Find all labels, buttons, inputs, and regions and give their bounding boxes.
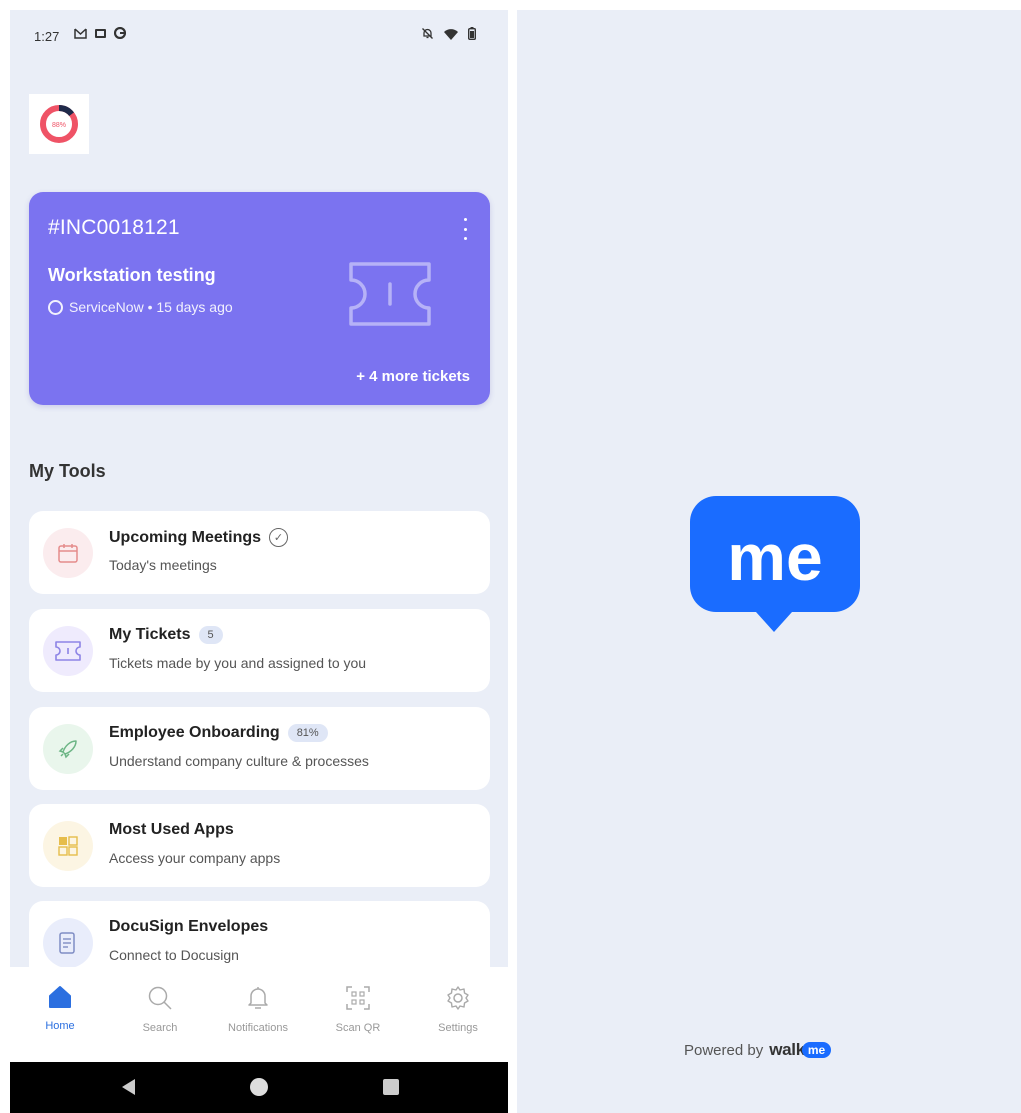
logo-percent: 88% — [52, 122, 66, 129]
gear-icon — [447, 986, 469, 1010]
search-icon — [148, 986, 172, 1010]
tool-title: Employee Onboarding — [109, 724, 280, 741]
ticket-illustration-icon — [349, 262, 431, 326]
bottom-navigation: Home Search Notifications Scan QR Settin… — [10, 967, 508, 1062]
powered-by: Powered by walk me — [684, 1040, 832, 1060]
nav-label: Scan QR — [335, 1022, 381, 1034]
nav-scan-qr[interactable]: Scan QR — [318, 985, 398, 1034]
logo-text: me — [727, 520, 822, 594]
nav-notifications[interactable]: Notifications — [218, 985, 298, 1034]
apps-grid-icon — [43, 821, 93, 871]
home-button-icon[interactable] — [249, 1078, 269, 1103]
status-bar: 1:27 — [10, 26, 508, 48]
bell-icon — [248, 987, 268, 1009]
nav-label: Search — [142, 1022, 178, 1034]
back-icon[interactable] — [120, 1078, 138, 1101]
ticket-card[interactable]: #INC0018121 Workstation testing ServiceN… — [29, 192, 490, 405]
google-icon — [113, 26, 127, 43]
home-icon — [49, 986, 71, 1008]
ticket-icon — [43, 626, 93, 676]
check-circle-icon: ✓ — [269, 528, 289, 547]
progress-badge: 81% — [287, 724, 328, 742]
tool-card-most-used-apps[interactable]: Most Used Apps Access your company apps — [29, 804, 490, 887]
progress-ring-logo: 88% — [40, 105, 78, 143]
tool-subtitle: Tickets made by you and assigned to you — [109, 655, 367, 671]
sim-card-icon — [94, 27, 107, 43]
nav-label: Home — [45, 1020, 75, 1032]
app-home-screen: 1:27 88% #INC0018121 Workstation testing… — [10, 10, 508, 1113]
nav-label: Notifications — [228, 1022, 288, 1034]
walkme-logo: me — [690, 496, 860, 632]
rocket-icon — [43, 724, 93, 774]
wifi-icon — [444, 28, 458, 44]
more-tickets-link[interactable]: + 4 more tickets — [356, 368, 470, 385]
tool-card-employee-onboarding[interactable]: Employee Onboarding 81% Understand compa… — [29, 707, 490, 790]
ticket-id: #INC0018121 — [48, 216, 180, 239]
tool-card-my-tickets[interactable]: My Tickets 5 Tickets made by you and ass… — [29, 609, 490, 692]
tool-title: Most Used Apps — [109, 821, 234, 838]
battery-icon — [467, 27, 476, 44]
notifications-off-icon — [421, 27, 434, 44]
tool-title: DocuSign Envelopes — [109, 918, 269, 935]
nav-settings[interactable]: Settings — [418, 985, 498, 1034]
section-title-my-tools: My Tools — [29, 461, 106, 481]
tool-subtitle: Understand company culture & processes — [109, 753, 369, 769]
more-options-icon[interactable] — [462, 218, 468, 240]
tool-title: Upcoming Meetings — [109, 528, 262, 546]
tool-subtitle: Today's meetings — [109, 557, 217, 573]
tool-title: My Tickets — [109, 626, 191, 643]
tool-subtitle: Access your company apps — [109, 850, 281, 866]
gmail-icon — [74, 27, 87, 43]
walkme-wordmark: walk — [769, 1040, 805, 1059]
company-logo[interactable]: 88% — [29, 94, 89, 154]
splash-screen: me Powered by walk me — [517, 10, 1021, 1113]
nav-label: Settings — [438, 1022, 478, 1034]
recents-icon[interactable] — [382, 1078, 400, 1101]
powered-by-label: Powered by — [684, 1041, 764, 1059]
status-time: 1:27 — [34, 29, 60, 44]
ticket-source: ServiceNow • 15 days ago — [69, 299, 233, 315]
ticket-count-badge: 5 — [198, 626, 223, 644]
tool-card-upcoming-meetings[interactable]: Upcoming Meetings ✓ Today's meetings — [29, 511, 490, 594]
ticket-title: Workstation testing — [48, 265, 216, 285]
system-navigation-bar — [10, 1062, 508, 1113]
qr-icon — [346, 986, 370, 1010]
nav-home[interactable]: Home — [20, 985, 100, 1032]
walkme-me-badge: me — [801, 1042, 832, 1058]
document-icon — [43, 918, 93, 968]
tool-subtitle: Connect to Docusign — [109, 947, 239, 963]
calendar-icon — [43, 528, 93, 578]
servicenow-icon — [48, 299, 63, 315]
nav-search[interactable]: Search — [120, 985, 200, 1034]
